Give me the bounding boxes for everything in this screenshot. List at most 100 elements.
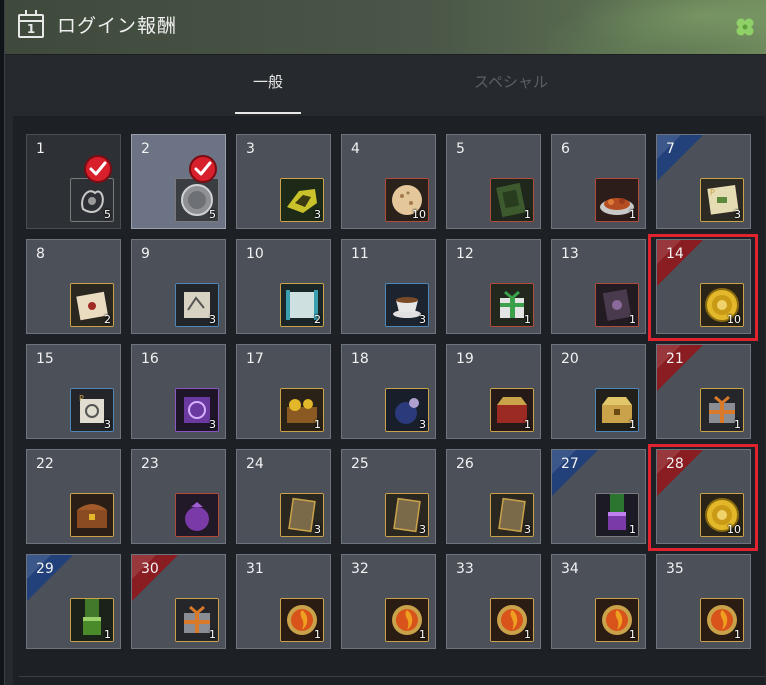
silver-coin-icon[interactable]: 5 [175, 178, 219, 222]
card-icon[interactable]: 3 [385, 493, 429, 537]
map-scroll-icon[interactable]: 3 [175, 283, 219, 327]
fire-medal-icon[interactable]: 1 [490, 598, 534, 642]
divider [19, 676, 765, 677]
day-number: 20 [561, 351, 579, 367]
gift-box-icon[interactable]: 1 [490, 283, 534, 327]
item-quantity: 5 [104, 208, 111, 221]
potion-bag-icon[interactable]: 3 [385, 388, 429, 432]
claimed-check-icon [84, 155, 112, 183]
day-number: 17 [246, 351, 264, 367]
item-quantity: 1 [524, 313, 531, 326]
reward-day-24[interactable]: 24 3 [236, 449, 331, 544]
reward-day-21[interactable]: 21 1 [656, 344, 751, 439]
card-icon[interactable]: 3 [280, 493, 324, 537]
day-number: 5 [456, 141, 465, 157]
tea-cup-icon[interactable]: 3 [385, 283, 429, 327]
reward-day-30[interactable]: 30 1 [131, 554, 226, 649]
silver-gift-icon[interactable]: 1 [700, 388, 744, 432]
day-number: 26 [456, 456, 474, 472]
cookie-icon[interactable]: 10 [385, 178, 429, 222]
purple-bag-icon[interactable] [175, 493, 219, 537]
p-scroll-icon[interactable]: P3 [70, 388, 114, 432]
item-quantity: 3 [314, 208, 321, 221]
tab-special[interactable]: スペシャル [411, 54, 611, 116]
teal-map-icon[interactable]: 2 [280, 283, 324, 327]
reward-day-6[interactable]: 61 [551, 134, 646, 229]
reward-day-3[interactable]: 33 [236, 134, 331, 229]
gold-coin-icon[interactable]: 10 [700, 493, 744, 537]
day-number: 12 [456, 246, 474, 262]
reward-day-19[interactable]: 19 1 [446, 344, 541, 439]
fire-medal-icon[interactable]: 1 [700, 598, 744, 642]
item-quantity: 3 [734, 208, 741, 221]
reward-day-7[interactable]: 7P3 [656, 134, 751, 229]
tab-general[interactable]: 一般 [168, 54, 368, 116]
green-cube-icon[interactable]: 1 [70, 598, 114, 642]
reward-day-15[interactable]: 15 P 3 [26, 344, 121, 439]
fire-medal-icon[interactable]: 1 [385, 598, 429, 642]
dark-tome-icon[interactable]: 1 [595, 283, 639, 327]
purple-rune-icon[interactable]: 3 [175, 388, 219, 432]
gold-scroll-icon[interactable]: P3 [700, 178, 744, 222]
reward-day-27[interactable]: 27 1 [551, 449, 646, 544]
reward-day-4[interactable]: 4 10 [341, 134, 436, 229]
day-number: 14 [666, 246, 684, 262]
treasure-pile-icon[interactable]: 1 [280, 388, 324, 432]
wooden-chest-icon[interactable] [70, 493, 114, 537]
item-quantity: 1 [629, 523, 636, 536]
purple-cube-icon[interactable]: 1 [595, 493, 639, 537]
reward-day-14[interactable]: 14 10 [656, 239, 751, 334]
green-book-icon[interactable]: 1 [490, 178, 534, 222]
gold-crystal-icon[interactable]: 3 [280, 178, 324, 222]
item-quantity: 3 [209, 418, 216, 431]
reward-day-18[interactable]: 18 3 [341, 344, 436, 439]
item-quantity: 3 [419, 313, 426, 326]
reward-day-17[interactable]: 17 1 [236, 344, 331, 439]
fire-medal-icon[interactable]: 1 [280, 598, 324, 642]
item-quantity: 3 [524, 523, 531, 536]
sealed-letter-icon[interactable]: 2 [70, 283, 114, 327]
reward-day-5[interactable]: 51 [446, 134, 541, 229]
reward-day-13[interactable]: 13 1 [551, 239, 646, 334]
purple-bag-icon [176, 494, 218, 536]
reward-day-33[interactable]: 33 1 [446, 554, 541, 649]
day-number: 29 [36, 561, 54, 577]
reward-day-11[interactable]: 11 3 [341, 239, 436, 334]
claimed-check-icon [189, 155, 217, 183]
reward-day-23[interactable]: 23 [131, 449, 226, 544]
reward-day-32[interactable]: 32 1 [341, 554, 436, 649]
reward-day-31[interactable]: 31 1 [236, 554, 331, 649]
silver-gift-icon[interactable]: 1 [175, 598, 219, 642]
reward-day-28[interactable]: 28 10 [656, 449, 751, 544]
reward-day-29[interactable]: 29 1 [26, 554, 121, 649]
reward-day-20[interactable]: 20 1 [551, 344, 646, 439]
reward-day-9[interactable]: 93 [131, 239, 226, 334]
item-quantity: 1 [314, 418, 321, 431]
red-chest-icon[interactable]: 1 [490, 388, 534, 432]
reward-day-2[interactable]: 25 [131, 134, 226, 229]
item-quantity: 1 [524, 628, 531, 641]
reward-day-10[interactable]: 10 2 [236, 239, 331, 334]
reward-day-12[interactable]: 12 1 [446, 239, 541, 334]
fire-medal-icon[interactable]: 1 [595, 598, 639, 642]
gold-coin-icon[interactable]: 10 [700, 283, 744, 327]
reward-day-8[interactable]: 82 [26, 239, 121, 334]
active-tab-indicator [235, 112, 301, 114]
reward-day-26[interactable]: 26 3 [446, 449, 541, 544]
reward-day-35[interactable]: 35 1 [656, 554, 751, 649]
day-number: 33 [456, 561, 474, 577]
reward-day-1[interactable]: 15 [26, 134, 121, 229]
reward-day-34[interactable]: 34 1 [551, 554, 646, 649]
ghost-charm-icon[interactable]: 5 [70, 178, 114, 222]
card-icon[interactable]: 3 [490, 493, 534, 537]
day-number: 31 [246, 561, 264, 577]
reward-day-16[interactable]: 16 3 [131, 344, 226, 439]
item-quantity: 3 [104, 418, 111, 431]
reward-day-25[interactable]: 25 3 [341, 449, 436, 544]
item-quantity: 1 [419, 628, 426, 641]
food-platter-icon[interactable]: 1 [595, 178, 639, 222]
gold-chest-icon[interactable]: 1 [595, 388, 639, 432]
clover-icon[interactable] [735, 17, 755, 37]
day-number: 32 [351, 561, 369, 577]
reward-day-22[interactable]: 22 [26, 449, 121, 544]
